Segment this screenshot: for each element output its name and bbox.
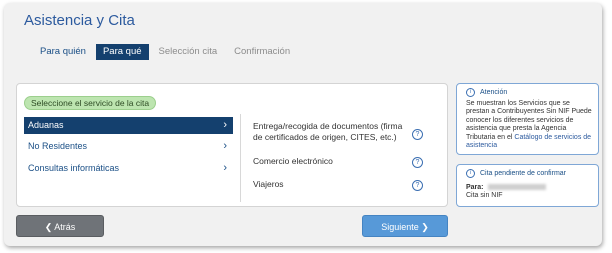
main-panel: Asistencia y Cita Para quién Para qué Se… (4, 3, 602, 246)
pending-title: Cita pendiente de confirmar (480, 170, 566, 177)
tab-para-quien[interactable]: Para quién (33, 44, 93, 60)
back-button[interactable]: ❮ Atrás (16, 215, 104, 237)
pending-header: i Cita pendiente de confirmar (466, 169, 566, 178)
chevron-right-icon: › (223, 119, 227, 131)
para-label: Para: (466, 184, 484, 191)
category-aduanas[interactable]: Aduanas › (24, 117, 233, 134)
category-label: Aduanas (28, 120, 64, 130)
pending-appointment-box: i Cita pendiente de confirmar Para: Cita… (456, 164, 599, 207)
service-selection-card: Seleccione el servicio de la cita Aduana… (16, 83, 448, 207)
option-comercio-electronico[interactable]: Comercio electrónico (253, 156, 403, 167)
option-viajeros[interactable]: Viajeros (253, 179, 403, 190)
column-divider (240, 114, 241, 202)
chevron-right-icon: › (223, 162, 227, 174)
help-icon[interactable]: ? (412, 180, 423, 191)
info-icon: i (466, 169, 475, 178)
info-icon: i (466, 88, 475, 97)
tab-confirmacion: Confirmación (234, 46, 291, 57)
pending-recipient: Para: (466, 184, 594, 192)
step-tabs: Para quién Para qué Selección cita Confi… (33, 44, 300, 60)
help-icon[interactable]: ? (412, 129, 423, 140)
help-icon[interactable]: ? (412, 157, 423, 168)
pending-details: Para: Cita sin NIF (466, 184, 594, 201)
category-label: Consultas informáticas (28, 163, 120, 173)
pending-subtitle: Cita sin NIF (466, 192, 503, 200)
redacted-name (487, 184, 546, 191)
chevron-right-icon: › (223, 140, 227, 152)
next-button[interactable]: Siguiente ❯ (362, 215, 448, 237)
attention-text: Se muestran los Servicios que se prestan… (466, 100, 594, 150)
attention-header: i Atención (466, 88, 507, 97)
category-consultas-informaticas[interactable]: Consultas informáticas › (24, 160, 233, 177)
category-label: No Residentes (28, 141, 88, 151)
tab-seleccion-cita: Selección cita (158, 46, 218, 57)
option-entrega-recogida[interactable]: Entrega/recogida de documentos (firma de… (253, 121, 403, 143)
attention-title: Atención (480, 89, 508, 96)
service-prompt-badge: Seleccione el servicio de la cita (24, 96, 157, 110)
attention-box: i Atención Se muestran los Servicios que… (456, 83, 599, 155)
page-title: Asistencia y Cita (24, 12, 135, 29)
category-no-residentes[interactable]: No Residentes › (24, 138, 233, 155)
tab-para-que[interactable]: Para qué (95, 44, 149, 60)
